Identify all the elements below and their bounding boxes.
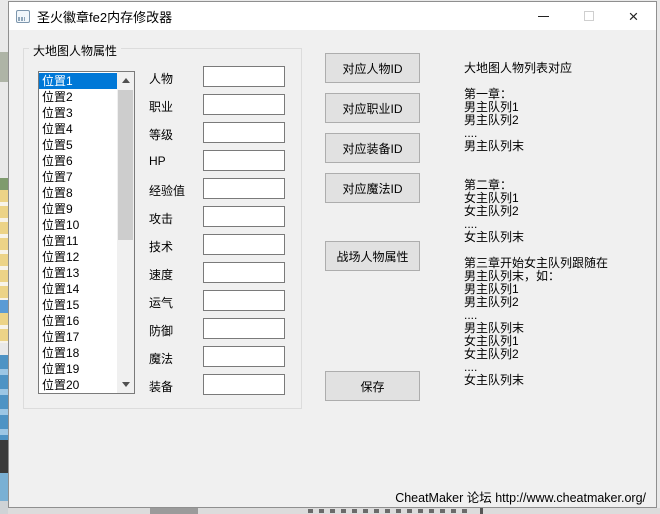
info-line: 女主队列2 — [464, 348, 608, 361]
map-class-id-button[interactable]: 对应职业ID — [325, 93, 420, 123]
map-character-id-button[interactable]: 对应人物ID — [325, 53, 420, 83]
field-input-magic[interactable] — [203, 346, 285, 367]
field-label-attack: 攻击 — [149, 210, 173, 227]
groupbox-title: 大地图人物属性 — [29, 42, 121, 59]
list-item[interactable]: 位置3 — [39, 105, 117, 121]
info-line: 女主队列2 — [464, 205, 608, 218]
field-input-defense[interactable] — [203, 318, 285, 339]
list-item[interactable]: 位置11 — [39, 233, 117, 249]
list-item[interactable]: 位置8 — [39, 185, 117, 201]
minimize-button[interactable] — [521, 2, 566, 30]
list-item[interactable]: 位置13 — [39, 265, 117, 281]
info-panel-title: 大地图人物列表对应 — [464, 59, 572, 76]
info-line: 女主队列末 — [464, 374, 608, 387]
field-input-level[interactable] — [203, 122, 285, 143]
background-window-fragment — [308, 509, 468, 513]
position-listbox[interactable]: 位置1 位置2 位置3 位置4 位置5 位置6 位置7 位置8 位置9 位置10… — [38, 71, 135, 394]
list-item[interactable]: 位置1 — [39, 73, 117, 89]
list-item[interactable]: 位置6 — [39, 153, 117, 169]
info-line: 男主队列2 — [464, 114, 608, 127]
close-icon: × — [629, 8, 639, 25]
list-item[interactable]: 位置12 — [39, 249, 117, 265]
field-input-skill[interactable] — [203, 234, 285, 255]
field-label-skill: 技术 — [149, 238, 173, 255]
list-item[interactable]: 位置2 — [39, 89, 117, 105]
app-window: 圣火徽章fe2内存修改器 × 大地图人物属性 位置1 位置2 位置3 位置4 位… — [8, 1, 657, 508]
field-label-hp: HP — [149, 154, 166, 168]
list-item[interactable]: 位置14 — [39, 281, 117, 297]
list-item[interactable]: 位置20 — [39, 377, 117, 393]
background-window-strip — [8, 508, 660, 514]
field-label-defense: 防御 — [149, 322, 173, 339]
list-item[interactable]: 位置15 — [39, 297, 117, 313]
field-input-attack[interactable] — [203, 206, 285, 227]
field-label-character: 人物 — [149, 70, 173, 87]
field-label-class: 职业 — [149, 98, 173, 115]
app-icon — [16, 10, 30, 23]
background-window-fragment — [480, 508, 483, 514]
info-line: 女主队列末 — [464, 231, 608, 244]
maximize-icon — [584, 11, 594, 21]
list-item[interactable]: 位置17 — [39, 329, 117, 345]
map-equipment-id-button[interactable]: 对应装备ID — [325, 133, 420, 163]
field-label-level: 等级 — [149, 126, 173, 143]
scrollbar-track[interactable] — [117, 72, 134, 393]
field-input-character[interactable] — [203, 66, 285, 87]
field-label-speed: 速度 — [149, 266, 173, 283]
background-window-fragment — [150, 508, 198, 514]
field-label-magic: 魔法 — [149, 350, 173, 367]
field-input-luck[interactable] — [203, 290, 285, 311]
scrollbar-down-button[interactable] — [117, 376, 134, 393]
field-input-exp[interactable] — [203, 178, 285, 199]
desktop-icon-fragment — [0, 355, 8, 440]
window-title: 圣火徽章fe2内存修改器 — [37, 7, 172, 26]
desktop-icon-fragment — [0, 473, 8, 501]
field-input-equipment[interactable] — [203, 374, 285, 395]
desktop-folder-icons-fragment — [0, 190, 8, 312]
list-item[interactable]: 位置9 — [39, 201, 117, 217]
list-item[interactable]: 位置5 — [39, 137, 117, 153]
field-input-hp[interactable] — [203, 150, 285, 171]
desktop-icon-fragment — [0, 52, 8, 82]
list-item[interactable]: 位置10 — [39, 217, 117, 233]
field-input-speed[interactable] — [203, 262, 285, 283]
desktop-folder-icons-fragment — [0, 313, 8, 343]
scrollbar-thumb[interactable] — [118, 90, 133, 240]
desktop-icon-fragment — [0, 300, 8, 313]
field-label-equipment: 装备 — [149, 378, 173, 395]
scrollbar-up-button[interactable] — [117, 72, 134, 89]
field-input-class[interactable] — [203, 94, 285, 115]
list-item[interactable]: 位置18 — [39, 345, 117, 361]
info-line: 男主队列2 — [464, 296, 608, 309]
close-button[interactable]: × — [611, 2, 656, 30]
list-item[interactable]: 位置19 — [39, 361, 117, 377]
info-line — [464, 153, 608, 166]
list-item[interactable]: 位置16 — [39, 313, 117, 329]
desktop-background-strip — [0, 0, 8, 514]
save-button[interactable]: 保存 — [325, 371, 420, 401]
list-item[interactable]: 位置7 — [39, 169, 117, 185]
desktop-icon-fragment — [0, 501, 8, 514]
info-panel-text: 第一章： 男主队列1 男主队列2 .... 男主队列末 第二章： 女主队列1 女… — [464, 88, 608, 387]
map-magic-id-button[interactable]: 对应魔法ID — [325, 173, 420, 203]
list-item[interactable]: 位置4 — [39, 121, 117, 137]
desktop-icon-fragment — [0, 178, 8, 190]
desktop-icon-fragment — [0, 440, 8, 473]
info-line: 男主队列末 — [464, 140, 608, 153]
field-label-luck: 运气 — [149, 294, 173, 311]
minimize-icon — [538, 16, 549, 17]
titlebar[interactable]: 圣火徽章fe2内存修改器 × — [9, 2, 656, 30]
cheatmaker-credit: CheatMaker 论坛 http://www.cheatmaker.org/ — [395, 487, 646, 506]
maximize-button — [566, 2, 611, 30]
battle-attributes-button[interactable]: 战场人物属性 — [325, 241, 420, 271]
field-label-exp: 经验值 — [149, 182, 185, 199]
